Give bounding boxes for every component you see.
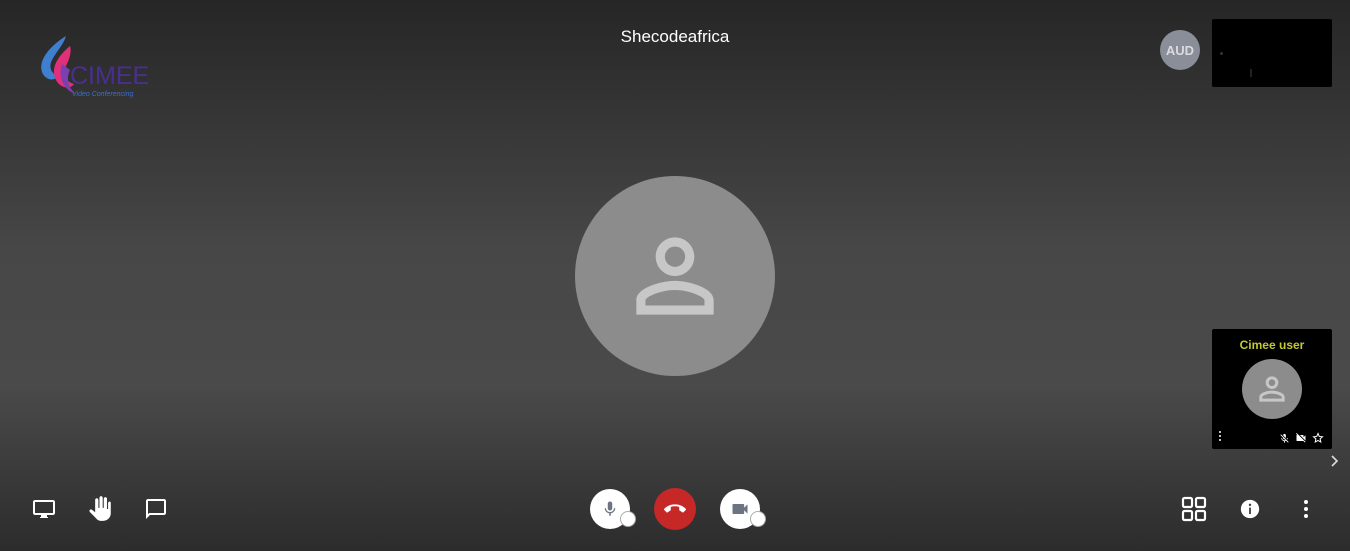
camera-settings-toggle[interactable]: [750, 511, 766, 527]
video-camera-icon: [732, 504, 748, 514]
info-button[interactable]: [1236, 495, 1264, 523]
more-options-button[interactable]: [1292, 495, 1320, 523]
person-icon: [1259, 376, 1285, 402]
svg-text:Video Conferencing: Video Conferencing: [72, 91, 133, 98]
filmstrip-toggle-chevron-icon[interactable]: [1328, 452, 1342, 475]
local-user-avatar: [1242, 359, 1302, 419]
microphone-icon: [604, 501, 616, 516]
hang-up-button[interactable]: [654, 488, 696, 530]
star-icon[interactable]: [1312, 432, 1324, 444]
thumbnail-dot: [1220, 52, 1223, 55]
local-user-tile[interactable]: Cimee user: [1212, 329, 1332, 449]
phone-hangup-icon: [664, 504, 686, 513]
info-icon: [1240, 499, 1260, 519]
raise-hand-button[interactable]: [86, 494, 114, 524]
tile-view-button[interactable]: [1180, 495, 1208, 523]
tile-status-icons: [1279, 432, 1324, 444]
screen-share-button[interactable]: [30, 495, 58, 523]
video-off-icon: [1296, 433, 1306, 443]
monitor-icon: [33, 500, 55, 518]
microphone-off-icon: [1280, 433, 1289, 443]
chat-button[interactable]: [142, 495, 170, 523]
svg-text:CIMEE: CIMEE: [70, 62, 148, 90]
chat-bubble-icon: [146, 499, 166, 519]
grid-icon: [1181, 496, 1207, 522]
hand-icon: [89, 496, 111, 521]
audience-avatar[interactable]: AUD: [1160, 30, 1200, 70]
meeting-title: Shecodeafrica: [620, 27, 730, 46]
more-vertical-icon: [1304, 500, 1308, 518]
microphone-button[interactable]: [590, 489, 636, 529]
local-user-name: Cimee user: [1239, 338, 1305, 352]
person-icon: [636, 237, 714, 315]
main-participant-avatar: [575, 176, 775, 376]
remote-video-thumbnail[interactable]: [1212, 19, 1332, 87]
tile-menu-icon[interactable]: [1218, 429, 1222, 447]
microphone-settings-toggle[interactable]: [620, 511, 636, 527]
thumbnail-mark: [1250, 69, 1252, 77]
camera-button[interactable]: [720, 489, 766, 529]
